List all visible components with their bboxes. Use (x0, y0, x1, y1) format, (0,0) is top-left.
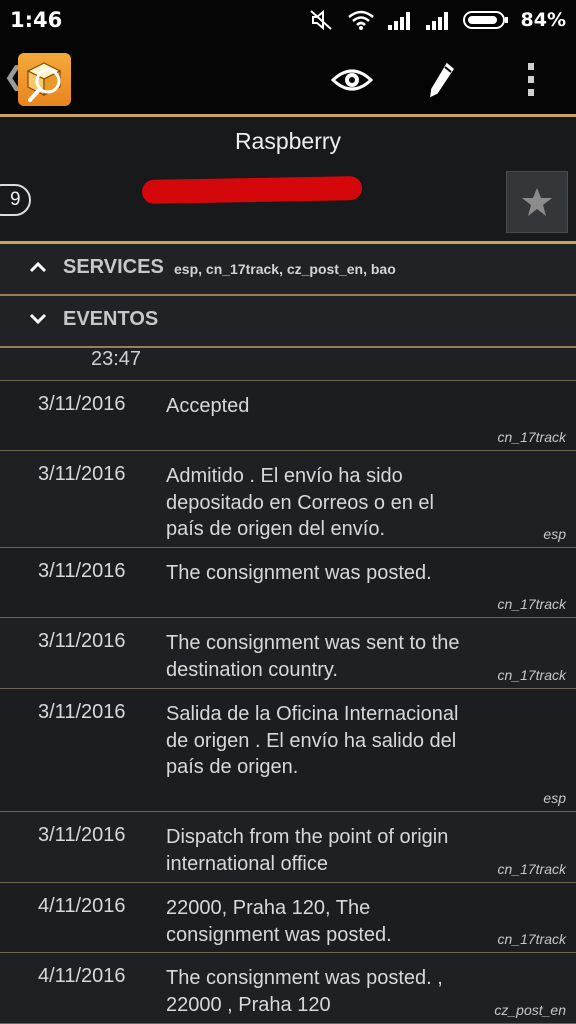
list-item[interactable]: 3/11/2016 Salida de la Oficina Internaci… (0, 689, 576, 812)
event-service: cn_17track (497, 667, 566, 683)
list-item[interactable]: 3/11/2016 The consignment was sent to th… (0, 618, 576, 689)
app-package-icon[interactable] (18, 53, 71, 106)
redacted-tracking-number (141, 176, 363, 204)
eye-icon[interactable] (330, 58, 374, 102)
event-service: cn_17track (497, 596, 566, 612)
star-icon (522, 188, 552, 216)
status-bar: 1:46 84% (0, 0, 576, 40)
event-description: Salida de la Oficina Internacional de or… (166, 703, 459, 778)
counter-badge: 9 (0, 184, 31, 216)
event-description: The consignment was posted. , 22000 , Pr… (166, 967, 443, 1016)
favorite-button[interactable] (506, 171, 568, 233)
list-item[interactable]: 4/11/2016 22000, Praha 120, The consignm… (0, 883, 576, 953)
event-date: 3/11/2016 (38, 630, 126, 652)
list-item[interactable]: 3/11/2016 Accepted cn_17track (0, 381, 576, 451)
event-service: esp (543, 790, 566, 806)
event-description: Admitido . El envío ha sido depositado e… (166, 465, 434, 540)
event-service: cn_17track (497, 429, 566, 445)
event-service: cn_17track (497, 861, 566, 877)
chevron-down-icon (29, 313, 47, 325)
status-time: 1:46 (10, 8, 63, 32)
services-list: esp, cn_17track, cz_post_en, bao (174, 261, 396, 277)
event-date: 3/11/2016 (38, 824, 126, 846)
mute-icon (309, 9, 332, 31)
events-list[interactable]: 23:47 3/11/2016 Accepted cn_17track 3/11… (0, 348, 576, 1024)
battery-icon (462, 11, 508, 29)
parcel-title: Raspberry (234, 128, 342, 154)
chevron-up-icon (29, 261, 47, 273)
eventos-label: EVENTOS (63, 308, 159, 330)
list-item[interactable]: 3/11/2016 The consignment was posted. cn… (0, 548, 576, 618)
services-section-header[interactable]: SERVICES esp, cn_17track, cz_post_en, ba… (0, 244, 576, 296)
list-item[interactable]: 3/11/2016 Admitido . El envío ha sido de… (0, 451, 576, 548)
event-description: Dispatch from the point of origin intern… (166, 826, 449, 875)
event-description: The consignment was posted. (166, 562, 432, 584)
event-date: 3/11/2016 (38, 393, 126, 415)
signal-icon (387, 12, 410, 30)
event-date: 3/11/2016 (38, 560, 126, 582)
list-item[interactable]: 4/11/2016 The consignment was posted. , … (0, 953, 576, 1024)
event-description: The consignment was sent to the destinat… (166, 632, 460, 681)
pencil-icon[interactable] (420, 58, 464, 102)
event-service: cz_post_en (494, 1002, 566, 1018)
event-date: 3/11/2016 (38, 701, 126, 723)
app-bar: ❮ (0, 40, 576, 117)
list-item[interactable]: 3/11/2016 Dispatch from the point of ori… (0, 812, 576, 883)
event-date: 3/11/2016 (38, 463, 126, 485)
event-date: 4/11/2016 (38, 895, 126, 917)
list-item: 23:47 (0, 348, 576, 381)
signal-icon-2 (425, 12, 448, 30)
wifi-icon (347, 10, 374, 30)
status-icons: 84% (309, 6, 566, 34)
overflow-menu-icon[interactable] (509, 58, 553, 102)
event-time: 23:47 (91, 348, 142, 370)
event-description: Accepted (166, 395, 250, 417)
eventos-section-header[interactable]: EVENTOS (0, 296, 576, 348)
event-service: esp (543, 526, 566, 542)
battery-percent: 84% (520, 9, 566, 31)
event-description: 22000, Praha 120, The consignment was po… (166, 897, 392, 946)
event-service: cn_17track (497, 931, 566, 947)
event-date: 4/11/2016 (38, 965, 126, 987)
services-label: SERVICES (63, 256, 164, 278)
